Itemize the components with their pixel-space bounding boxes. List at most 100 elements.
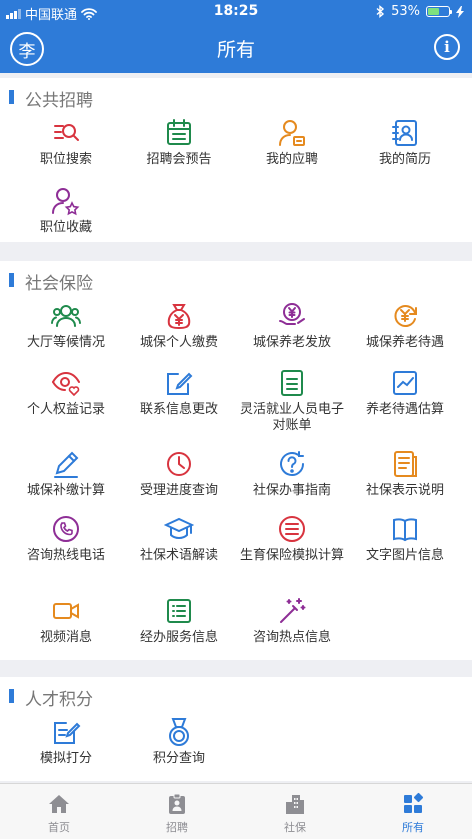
hall-waiting-item[interactable]: 大厅等候情况 bbox=[7, 301, 125, 351]
video-message-item[interactable]: 视频消息 bbox=[7, 596, 125, 646]
tab-label: 社保 bbox=[284, 821, 306, 834]
item-label: 灵活就业人员电子对账单 bbox=[239, 402, 344, 433]
section-accent-bar bbox=[9, 273, 14, 287]
form-instructions-item[interactable]: 社保表示说明 bbox=[346, 449, 464, 499]
item-label: 社保术语解读 bbox=[139, 548, 218, 563]
score-edit-icon bbox=[54, 722, 81, 744]
item-label: 城保补缴计算 bbox=[26, 483, 105, 498]
item-label: 职位收藏 bbox=[39, 220, 92, 235]
graduation-cap-icon bbox=[164, 517, 194, 540]
user-star-icon bbox=[52, 188, 80, 216]
tab-recruitment[interactable]: 招聘 bbox=[118, 784, 236, 839]
text-image-info-item[interactable]: 文字图片信息 bbox=[346, 514, 464, 564]
magic-wand-icon bbox=[280, 598, 306, 623]
flexible-employment-statement-item[interactable]: 灵活就业人员电子对账单 bbox=[233, 368, 351, 434]
phone-icon bbox=[53, 516, 79, 542]
simulated-scoring-item[interactable]: 模拟打分 bbox=[7, 717, 125, 767]
tab-bar: 首页 招聘 社保 所有 bbox=[0, 783, 472, 839]
terminology-item[interactable]: 社保术语解读 bbox=[120, 514, 238, 564]
item-label: 文字图片信息 bbox=[365, 548, 444, 563]
points-query-item[interactable]: 积分查询 bbox=[120, 717, 238, 767]
pencil-icon bbox=[54, 451, 79, 478]
tab-social-security[interactable]: 社保 bbox=[236, 784, 354, 839]
item-label: 城保养老待遇 bbox=[365, 335, 444, 350]
video-icon bbox=[53, 603, 79, 619]
pension-estimate-item[interactable]: 养老待遇估算 bbox=[346, 368, 464, 418]
tab-all[interactable]: 所有 bbox=[354, 784, 472, 839]
section-title: 公共招聘 bbox=[25, 91, 93, 111]
tab-home[interactable]: 首页 bbox=[0, 784, 118, 839]
user-application-icon bbox=[279, 120, 305, 146]
item-label: 城保养老发放 bbox=[252, 335, 331, 350]
contact-update-item[interactable]: 联系信息更改 bbox=[120, 368, 238, 418]
bluetooth-icon bbox=[376, 5, 385, 18]
resume-icon bbox=[392, 120, 417, 146]
badge-icon bbox=[169, 793, 185, 814]
service-info-item[interactable]: 经办服务信息 bbox=[120, 596, 238, 646]
hotline-item[interactable]: 咨询热线电话 bbox=[7, 514, 125, 564]
item-label: 积分查询 bbox=[152, 751, 205, 766]
item-label: 联系信息更改 bbox=[139, 402, 218, 417]
section-talent-points: 人才积分 模拟打分 积分查询 bbox=[0, 677, 472, 781]
page-title: 所有 bbox=[216, 39, 255, 61]
item-label: 职位搜索 bbox=[39, 152, 92, 167]
charging-icon bbox=[456, 5, 464, 18]
money-bag-icon bbox=[167, 304, 191, 330]
my-applications-item[interactable]: 我的应聘 bbox=[233, 118, 351, 168]
item-label: 大厅等候情况 bbox=[26, 335, 105, 350]
item-label: 经办服务信息 bbox=[139, 630, 218, 645]
personal-payment-item[interactable]: 城保个人缴费 bbox=[120, 301, 238, 351]
section-title: 社会保险 bbox=[25, 274, 93, 294]
pension-distribution-item[interactable]: 城保养老发放 bbox=[233, 301, 351, 351]
item-label: 招聘会预告 bbox=[146, 152, 212, 167]
medal-icon bbox=[169, 718, 189, 746]
status-bar: 中国联通 18:25 53% bbox=[0, 0, 472, 24]
list-square-icon bbox=[167, 599, 191, 623]
item-label: 模拟打分 bbox=[39, 751, 92, 766]
job-search-item[interactable]: 职位搜索 bbox=[7, 118, 125, 168]
home-icon bbox=[49, 795, 69, 813]
my-resume-item[interactable]: 我的简历 bbox=[346, 118, 464, 168]
yuan-hand-icon bbox=[279, 303, 305, 325]
document-icon bbox=[281, 370, 303, 396]
eye-heart-icon bbox=[52, 371, 80, 397]
calendar-icon bbox=[167, 119, 191, 145]
item-label: 受理进度查询 bbox=[139, 483, 218, 498]
nav-bar: 李 所有 i bbox=[0, 24, 472, 73]
saved-jobs-item[interactable]: 职位收藏 bbox=[7, 186, 125, 236]
item-label: 生育保险模拟计算 bbox=[239, 548, 344, 563]
item-label: 社保办事指南 bbox=[252, 483, 331, 498]
service-guide-item[interactable]: 社保办事指南 bbox=[233, 449, 351, 499]
section-accent-bar bbox=[9, 90, 14, 104]
line-chart-icon bbox=[393, 371, 417, 395]
grid-icon bbox=[404, 792, 424, 813]
section-header: 人才积分 bbox=[0, 677, 472, 713]
job-search-icon bbox=[54, 124, 79, 141]
tab-label: 首页 bbox=[48, 821, 70, 834]
help-circle-icon bbox=[280, 451, 304, 476]
people-icon bbox=[51, 305, 81, 327]
tab-label: 招聘 bbox=[166, 821, 188, 834]
battery-icon bbox=[426, 6, 452, 17]
hot-topics-item[interactable]: 咨询热点信息 bbox=[233, 596, 351, 646]
edit-square-icon bbox=[167, 372, 193, 395]
clock-icon bbox=[167, 452, 191, 476]
item-label: 城保个人缴费 bbox=[139, 335, 218, 350]
notes-icon bbox=[394, 451, 417, 477]
item-label: 个人权益记录 bbox=[26, 402, 105, 417]
tab-label: 所有 bbox=[402, 821, 424, 834]
rights-record-item[interactable]: 个人权益记录 bbox=[7, 368, 125, 418]
building-icon bbox=[286, 795, 304, 814]
info-button[interactable]: i bbox=[434, 34, 460, 60]
section-public-recruitment: 公共招聘 职位搜索 招聘会预告 我的应聘 我的简历 职位收藏 bbox=[0, 78, 472, 242]
pension-benefits-item[interactable]: 城保养老待遇 bbox=[346, 301, 464, 351]
info-icon: i bbox=[444, 38, 450, 56]
list-circle-icon bbox=[279, 516, 305, 542]
supplementary-payment-item[interactable]: 城保补缴计算 bbox=[7, 449, 125, 499]
content-area[interactable]: 公共招聘 职位搜索 招聘会预告 我的应聘 我的简历 职位收藏 社会保险 大厅等候… bbox=[0, 73, 472, 783]
maternity-simulation-item[interactable]: 生育保险模拟计算 bbox=[233, 514, 351, 564]
item-label: 养老待遇估算 bbox=[365, 402, 444, 417]
progress-query-item[interactable]: 受理进度查询 bbox=[120, 449, 238, 499]
job-fair-notice-item[interactable]: 招聘会预告 bbox=[120, 118, 238, 168]
section-accent-bar bbox=[9, 689, 14, 703]
